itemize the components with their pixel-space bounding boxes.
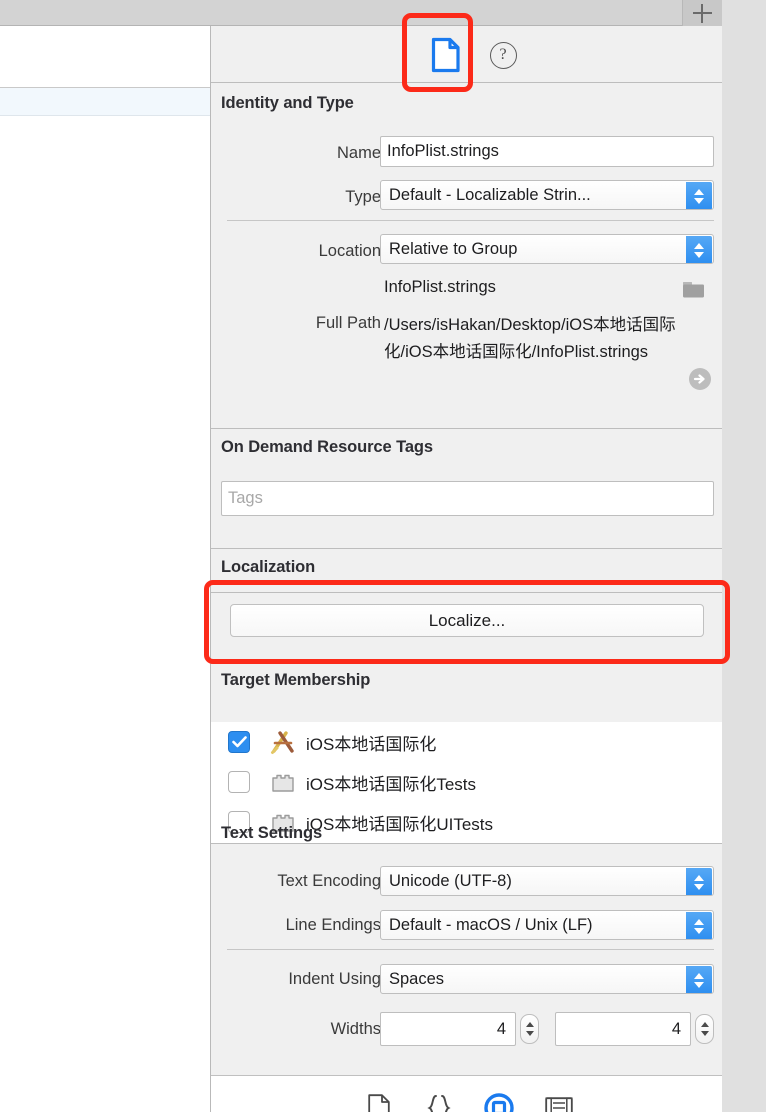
section-separator-3 [211,592,722,593]
section-title-localization: Localization [221,558,316,576]
chevron-updown-icon [686,236,712,263]
location-popup-button[interactable]: Relative to Group [380,234,714,264]
type-popup-button[interactable]: Default - Localizable Strin... [380,180,714,210]
line-endings-label: Line Endings [285,916,381,934]
window-right-gutter [722,0,766,1112]
file-template-library-button[interactable] [361,1091,397,1112]
inspector-tab-bar: ? [211,26,722,83]
arrow-right-circle-icon[interactable] [688,367,712,391]
file-inspector-panel: ? Identity and Type Name InfoPlist.strin… [211,26,722,1112]
file-reference-value: InfoPlist.strings [384,278,496,296]
target-checkbox[interactable] [228,771,250,793]
code-snippet-library-button[interactable] [421,1091,457,1112]
text-encoding-value: Unicode (UTF-8) [389,871,512,890]
type-label: Type [345,188,381,206]
location-label: Location [318,242,381,260]
folder-icon[interactable] [682,280,706,300]
target-checkbox[interactable] [228,731,250,753]
media-library-icon [545,1097,573,1112]
quick-help-button[interactable]: ? [487,39,519,71]
editor-selected-row[interactable] [0,88,210,115]
test-bundle-icon [272,774,294,792]
code-snippet-library-icon [427,1095,451,1112]
resource-tags-input[interactable]: Tags [221,481,714,516]
text-encoding-label: Text Encoding [277,872,381,890]
tab-width-stepper[interactable] [520,1014,539,1044]
line-endings-popup-button[interactable]: Default - macOS / Unix (LF) [380,910,714,940]
identity-divider [227,220,714,221]
file-template-library-icon [368,1094,390,1112]
section-title-on-demand-resource-tags: On Demand Resource Tags [221,438,433,456]
target-label: iOS本地话国际化 [306,734,437,754]
section-separator-2 [211,548,722,549]
full-path-value: /Users/isHakan/Desktop/iOS本地话国际化/iOS本地话国… [384,316,676,361]
chevron-updown-icon [686,868,712,895]
object-library-icon [484,1093,514,1112]
section-title-text-settings: Text Settings [221,824,323,842]
section-title-target-membership: Target Membership [221,671,371,689]
checkmark-icon [231,736,247,748]
widths-label: Widths [330,1020,381,1038]
table-row[interactable]: iOS本地话国际化 [211,722,722,762]
type-popup-value: Default - Localizable Strin... [389,185,591,204]
target-label: iOS本地话国际化UITests [306,814,494,834]
section-separator-4 [211,663,722,664]
xcode-app-target-icon [271,731,294,754]
indent-using-label: Indent Using [288,970,381,988]
chevron-updown-icon [686,966,712,993]
line-endings-value: Default - macOS / Unix (LF) [389,915,593,934]
target-label: iOS本地话国际化Tests [306,774,477,794]
name-label: Name [336,144,381,162]
indent-width-field[interactable]: 4 [555,1012,691,1046]
location-popup-value: Relative to Group [389,239,518,258]
indent-using-popup-button[interactable]: Spaces [380,964,714,994]
window-toolbar [0,0,722,26]
full-path-label: Full Path [315,314,381,332]
object-library-button[interactable] [481,1091,517,1112]
media-library-button[interactable] [541,1091,577,1112]
chevron-updown-icon [686,182,712,209]
text-encoding-popup-button[interactable]: Unicode (UTF-8) [380,866,714,896]
section-title-identity-and-type: Identity and Type [221,94,354,112]
section-separator-5 [211,843,722,844]
add-button[interactable] [682,0,722,26]
question-circle-icon: ? [489,41,517,69]
plus-icon [693,3,712,23]
editor-area[interactable] [0,26,211,1112]
tab-width-field[interactable]: 4 [380,1012,516,1046]
tab-file-inspector[interactable] [420,36,472,74]
name-field[interactable]: InfoPlist.strings [380,136,714,167]
library-bar [211,1075,722,1112]
indent-width-stepper[interactable] [695,1014,714,1044]
text-settings-divider [227,949,714,950]
editor-divider-secondary [0,115,210,116]
file-document-icon [431,37,460,73]
indent-using-value: Spaces [389,969,445,988]
localize-button[interactable]: Localize... [230,604,704,637]
section-separator-1 [211,428,722,429]
table-row[interactable]: iOS本地话国际化Tests [211,762,722,802]
chevron-updown-icon [686,912,712,939]
